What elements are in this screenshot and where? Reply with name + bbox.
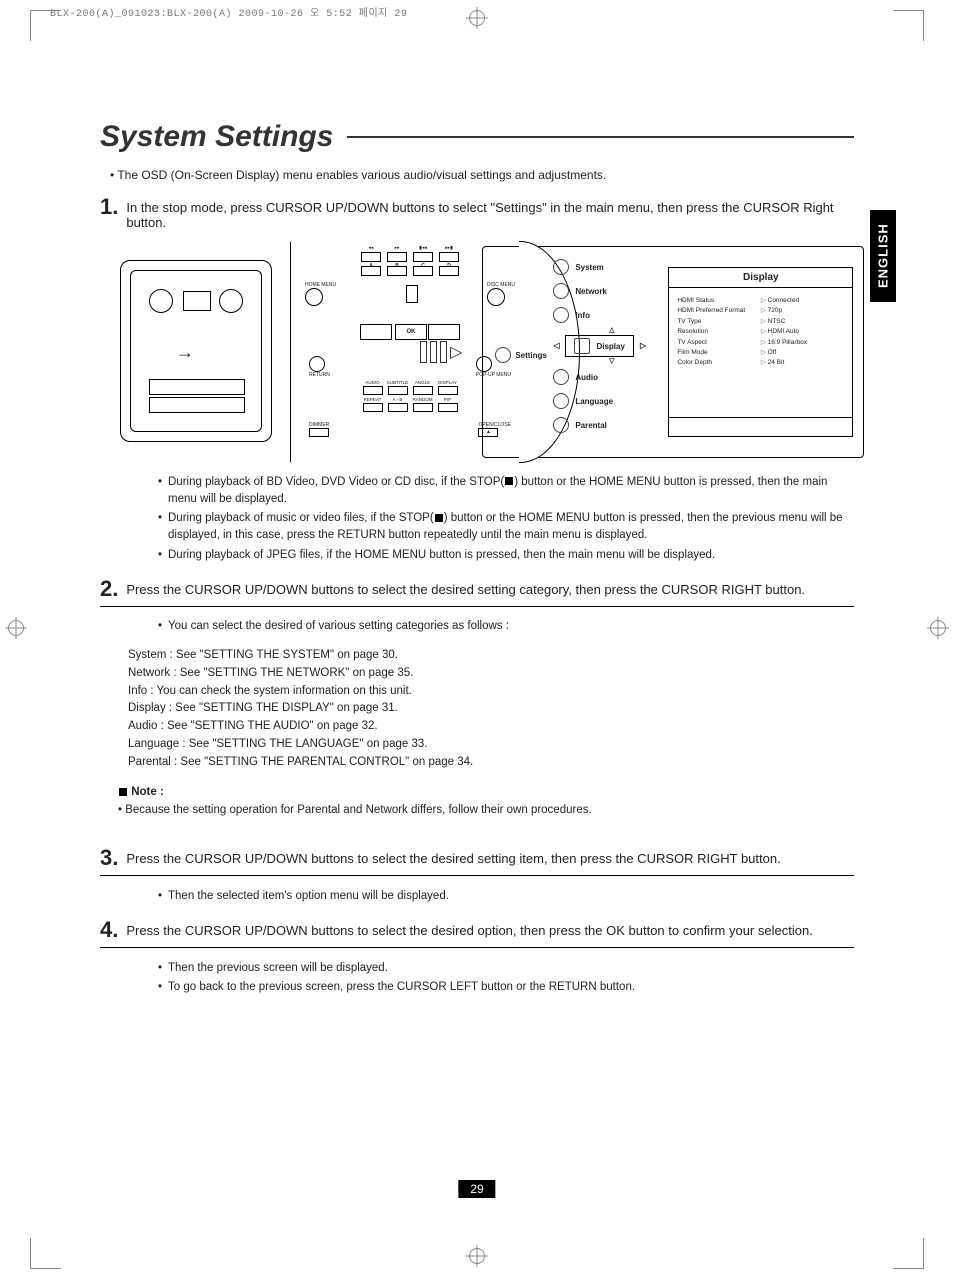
osd-menu-list: System Network Info △ ◁Display▷ ▽ Audio …: [553, 255, 648, 449]
osd-detail-panel: Display HDMI StatusHDMI Preferred Format…: [668, 267, 853, 437]
title-rule: [347, 136, 854, 138]
step-1-text: In the stop mode, press CURSOR UP/DOWN b…: [126, 196, 854, 230]
intro-bullet: • The OSD (On-Screen Display) menu enabl…: [110, 168, 854, 182]
figure-row: → ◂◂A ▸▸B ▮◂◂C ▸▸▮D HOME MENU: [120, 242, 854, 462]
registration-mark-icon: [469, 1248, 485, 1264]
print-header-text: BLX-200(A)_091023:BLX-200(A) 2009-10-26 …: [50, 4, 407, 20]
page-number: 29: [458, 1180, 495, 1198]
stop-icon: [435, 514, 443, 522]
registration-mark-right: [928, 620, 948, 640]
display-icon: [574, 338, 590, 354]
step-3: 3. Press the CURSOR UP/DOWN buttons to s…: [100, 847, 854, 876]
dpad-icon: OK: [360, 312, 460, 350]
step-2-lead: You can select the desired of various se…: [118, 618, 854, 635]
osd-screen-illustration: Settings System Network Info △ ◁Display▷…: [482, 246, 864, 458]
step-3-rule: [100, 875, 854, 876]
home-menu-button-icon: [305, 288, 323, 306]
page-title-text: System Settings: [100, 120, 333, 154]
system-icon: [553, 259, 569, 275]
registration-mark-left: [6, 620, 26, 640]
crop-marks-bottom: [0, 1238, 954, 1268]
step-2: 2. Press the CURSOR UP/DOWN buttons to s…: [100, 578, 854, 607]
step-2-note: Note : • Because the setting operation f…: [118, 784, 854, 820]
network-icon: [553, 283, 569, 299]
language-icon: [553, 393, 569, 409]
step-4-text: Press the CURSOR UP/DOWN buttons to sele…: [126, 919, 812, 938]
arrow-right-icon: →: [176, 342, 194, 363]
step-1-notes: During playback of BD Video, DVD Video o…: [118, 474, 854, 564]
step-4-notes: Then the previous screen will be display…: [118, 960, 854, 997]
remote-illustration: → ◂◂A ▸▸B ▮◂◂C ▸▸▮D HOME MENU: [120, 242, 400, 462]
page-title: System Settings: [100, 120, 854, 154]
step-2-text: Press the CURSOR UP/DOWN buttons to sele…: [126, 578, 805, 597]
parental-icon: [553, 417, 569, 433]
stop-icon: [505, 477, 513, 485]
step-4: 4. Press the CURSOR UP/DOWN buttons to s…: [100, 919, 854, 948]
step-1-number: 1.: [100, 196, 118, 218]
step-2-number: 2.: [100, 578, 118, 600]
step-1: 1. In the stop mode, press CURSOR UP/DOW…: [100, 196, 854, 230]
gear-icon: [495, 347, 511, 363]
step-4-number: 4.: [100, 919, 118, 941]
category-list: System : See "SETTING THE SYSTEM" on pag…: [128, 647, 854, 772]
step-2-rule: [100, 606, 854, 607]
registration-mark-icon: [469, 10, 485, 26]
square-bullet-icon: [119, 788, 127, 796]
step-4-rule: [100, 947, 854, 948]
step-3-notes: Then the selected item's option menu wil…: [118, 888, 854, 905]
osd-panel-title: Display: [669, 268, 852, 288]
step-3-number: 3.: [100, 847, 118, 869]
audio-icon: [553, 369, 569, 385]
info-icon: [553, 307, 569, 323]
language-side-tab: ENGLISH: [870, 210, 896, 302]
step-3-text: Press the CURSOR UP/DOWN buttons to sele…: [126, 847, 780, 866]
